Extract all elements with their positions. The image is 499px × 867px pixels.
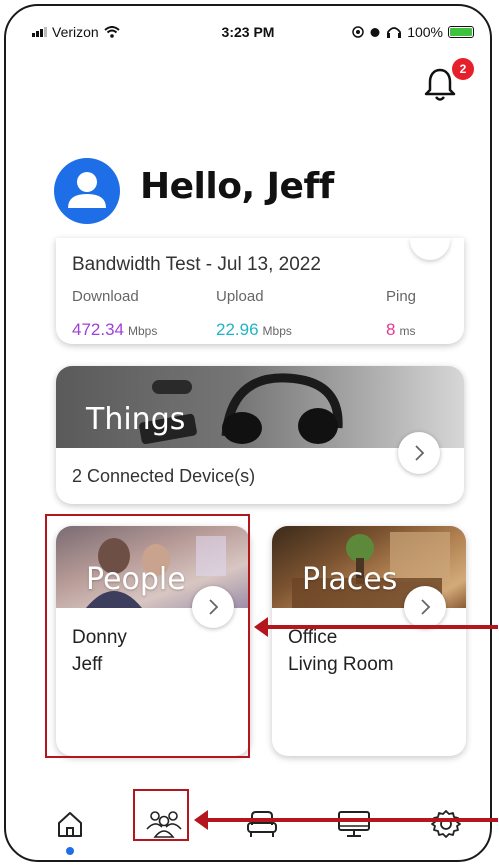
annotation-arrow-people-tab xyxy=(194,810,498,830)
gear-icon xyxy=(431,810,461,838)
monitor-icon xyxy=(338,811,370,837)
download-metric: 472.34 Mbps xyxy=(72,320,157,340)
bandwidth-title: Bandwidth Test - Jul 13, 2022 xyxy=(72,254,321,275)
upload-unit: Mbps xyxy=(262,324,292,338)
chevron-right-icon xyxy=(421,599,431,615)
seat-icon xyxy=(247,811,277,837)
home-icon xyxy=(58,812,82,837)
things-card[interactable]: Things 2 Connected Device(s) xyxy=(56,366,464,504)
download-value: 472.34 xyxy=(72,320,124,339)
people-tab-highlight xyxy=(133,789,189,841)
alarm-icon xyxy=(370,28,380,37)
ping-metric: 8 ms xyxy=(386,320,415,340)
places-label: Places xyxy=(302,562,398,597)
download-label: Download xyxy=(72,288,139,305)
annotation-arrow-people-card xyxy=(254,617,498,637)
battery-percent: 100% xyxy=(407,24,443,40)
things-subtitle: 2 Connected Device(s) xyxy=(72,466,256,486)
people-card-highlight xyxy=(45,514,250,758)
greeting-title: Hello, Jeff xyxy=(140,166,334,207)
avatar[interactable] xyxy=(54,158,120,224)
places-list: Office Living Room xyxy=(288,624,394,678)
user-icon xyxy=(68,172,106,208)
bandwidth-card[interactable]: Bandwidth Test - Jul 13, 2022 Download U… xyxy=(56,238,464,344)
places-chevron-button[interactable] xyxy=(404,586,446,628)
tab-home[interactable] xyxy=(48,804,92,844)
download-unit: Mbps xyxy=(128,324,158,338)
battery-icon xyxy=(448,26,474,38)
tab-bar xyxy=(6,786,490,860)
headphones-icon xyxy=(387,27,402,38)
notification-badge: 2 xyxy=(452,58,474,80)
tab-places[interactable] xyxy=(240,804,284,844)
chevron-right-icon xyxy=(415,445,425,461)
list-item: Living Room xyxy=(288,654,394,675)
upload-metric: 22.96 Mbps xyxy=(216,320,292,340)
places-card[interactable]: Places Office Living Room xyxy=(272,526,466,756)
things-label: Things xyxy=(86,402,186,437)
status-bar: Verizon 3:23 PM 100% xyxy=(6,24,490,46)
ping-value: 8 xyxy=(386,320,396,339)
tab-devices[interactable] xyxy=(332,804,376,844)
tab-settings[interactable] xyxy=(424,804,468,844)
upload-value: 22.96 xyxy=(216,320,259,339)
ping-unit: ms xyxy=(399,324,416,338)
ping-label: Ping xyxy=(386,288,417,305)
active-tab-indicator xyxy=(66,847,74,855)
things-chevron-button[interactable] xyxy=(398,432,440,474)
upload-label: Upload xyxy=(216,288,264,305)
lock-rotation-icon xyxy=(352,26,364,38)
scroll-indicator xyxy=(490,798,492,860)
